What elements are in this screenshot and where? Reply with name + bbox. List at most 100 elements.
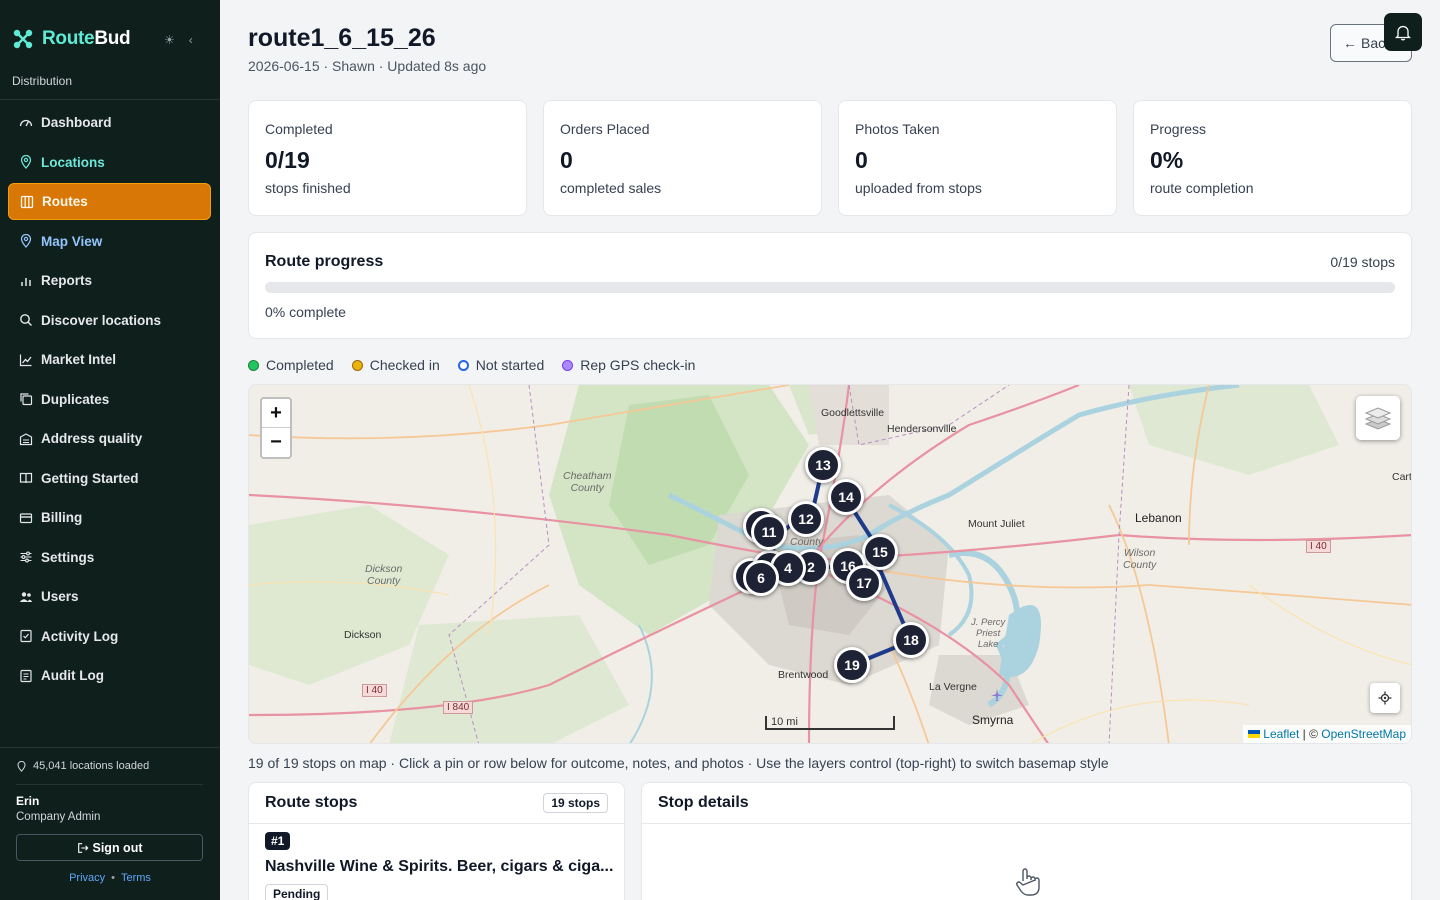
sidebar-item-label: Map View [41, 233, 103, 249]
zoom-out-button[interactable]: − [262, 428, 290, 457]
place-label: La Vergne [929, 681, 977, 693]
route-map[interactable]: Goodlettsville Hendersonville Cheatham C… [248, 384, 1412, 744]
stat-card-completed: Completed 0/19 stops finished [248, 100, 527, 216]
highway-shield: I 40 [1306, 540, 1331, 553]
sidebar-item-map-view[interactable]: Map View [8, 223, 211, 260]
sidebar-item-reports[interactable]: Reports [8, 262, 211, 299]
stat-sub: completed sales [560, 180, 662, 196]
audit-log-icon [19, 669, 33, 683]
privacy-link[interactable]: Privacy [69, 872, 105, 884]
stat-label: Progress [1150, 121, 1207, 137]
route-stop-pin[interactable]: 14 [828, 479, 864, 515]
map-pin-icon [19, 234, 33, 248]
not-started-dot-icon [457, 359, 469, 371]
sidebar-item-address-quality[interactable]: Address quality [8, 420, 211, 457]
org-name: Distribution [12, 74, 73, 88]
legend-completed: Completed [248, 357, 334, 373]
layers-button[interactable] [1356, 396, 1400, 440]
stat-value: 0 [560, 147, 573, 173]
route-progress-title: Route progress [265, 253, 384, 270]
stat-label: Orders Placed [560, 121, 650, 137]
route-stops-title: Route stops [265, 794, 358, 811]
stop-number-badge: #1 [265, 832, 291, 850]
sidebar-item-locations[interactable]: Locations [8, 144, 211, 181]
zoom-in-button[interactable]: + [262, 399, 290, 428]
highway-shield: I 40 [362, 684, 387, 697]
highway-shield: I 840 [443, 701, 474, 714]
locations-loaded-status: 45,041 locations loaded [16, 760, 149, 772]
stat-card-progress: Progress 0% route completion [1133, 100, 1412, 216]
sidebar-divider [0, 747, 220, 748]
stat-value: 0% [1150, 147, 1184, 173]
place-label: Smyrna [972, 713, 1014, 727]
collapse-sidebar-icon[interactable]: ‹ [189, 33, 193, 47]
route-stop-pin[interactable]: 11 [751, 514, 787, 550]
gps-dot-icon [562, 359, 574, 371]
bar-chart-icon [19, 274, 33, 288]
sliders-icon [19, 550, 33, 564]
theme-toggle-icon[interactable]: ☀ [164, 33, 175, 47]
stop-name: Nashville Wine & Spirits. Beer, cigars &… [265, 858, 614, 875]
sidebar-item-label: Address quality [41, 431, 143, 446]
openstreetmap-link[interactable]: OpenStreetMap [1321, 727, 1406, 741]
leaflet-link[interactable]: Leaflet [1263, 727, 1299, 741]
route-stop-pin[interactable]: 19 [834, 647, 870, 683]
locate-me-button[interactable] [1370, 683, 1400, 713]
sidebar-item-getting-started[interactable]: Getting Started [8, 460, 211, 497]
sidebar-item-dashboard[interactable]: Dashboard [8, 104, 211, 141]
airport-icon [991, 689, 1003, 701]
place-label: Carth [1392, 471, 1412, 483]
route-stops-panel: Route stops 19 stops #1 Nashville Wine &… [248, 782, 625, 900]
building-icon [19, 432, 33, 446]
route-stop-pin[interactable]: 13 [805, 447, 841, 483]
sidebar-item-label: Audit Log [41, 668, 104, 683]
sidebar-divider [16, 784, 203, 785]
terms-link[interactable]: Terms [121, 872, 151, 884]
route-progress-count: 0/19 stops [1330, 254, 1395, 270]
arrow-left-icon: ← [1343, 35, 1357, 51]
legend-checked-in: Checked in [351, 357, 440, 373]
sidebar-item-label: Market Intel [41, 352, 117, 367]
sidebar-item-duplicates[interactable]: Duplicates [8, 381, 211, 418]
sidebar-item-label: Discover locations [41, 312, 162, 328]
stop-details-title: Stop details [658, 794, 749, 811]
sign-out-label: Sign out [92, 840, 143, 855]
sidebar-item-label: Activity Log [41, 628, 119, 644]
stat-value: 0 [855, 147, 868, 173]
stat-sub: route completion [1150, 180, 1254, 196]
stop-status-badge: Pending [265, 884, 329, 900]
legend-label: Checked in [369, 357, 440, 373]
route-stop-pin[interactable]: 18 [893, 622, 929, 658]
stat-sub: stops finished [265, 180, 351, 196]
pointer-hand-icon [1016, 868, 1040, 896]
sidebar-item-users[interactable]: Users [8, 578, 211, 615]
checked-in-dot-icon [351, 359, 363, 371]
legend-rep-gps: Rep GPS check-in [562, 357, 695, 373]
sidebar-item-market-intel[interactable]: Market Intel [8, 341, 211, 378]
stop-details-header: Stop details [642, 783, 1411, 824]
route-stop-pin[interactable]: 17 [846, 565, 882, 601]
place-label: County [790, 536, 824, 548]
place-label: Mount Juliet [968, 518, 1025, 530]
sign-out-button[interactable]: Sign out [16, 834, 203, 861]
sidebar-item-routes[interactable]: Routes [8, 183, 211, 220]
route-stop-pin[interactable]: 6 [743, 560, 779, 596]
sidebar-item-discover-locations[interactable]: Discover locations [8, 302, 211, 339]
brand[interactable]: RouteBud [12, 28, 131, 50]
stat-card-photos: Photos Taken 0 uploaded from stops [838, 100, 1117, 216]
notifications-button[interactable] [1384, 13, 1422, 51]
sidebar-item-audit-log[interactable]: Audit Log [8, 657, 211, 694]
sidebar-item-label: Locations [41, 154, 105, 170]
route-stop-pin[interactable]: 12 [788, 501, 824, 537]
sidebar-item-label: Routes [42, 194, 88, 209]
sidebar-item-settings[interactable]: Settings [8, 539, 211, 576]
sidebar-item-label: Getting Started [41, 470, 139, 486]
legend-label: Completed [266, 357, 334, 373]
book-icon [19, 471, 33, 485]
stop-details-panel: Stop details [641, 782, 1412, 900]
locations-loaded-label: 45,041 locations loaded [33, 760, 150, 772]
sidebar-item-activity-log[interactable]: Activity Log [8, 618, 211, 655]
stat-label: Completed [265, 121, 333, 137]
sidebar-item-billing[interactable]: Billing [8, 499, 211, 536]
brand-name: RouteBud [42, 28, 131, 49]
